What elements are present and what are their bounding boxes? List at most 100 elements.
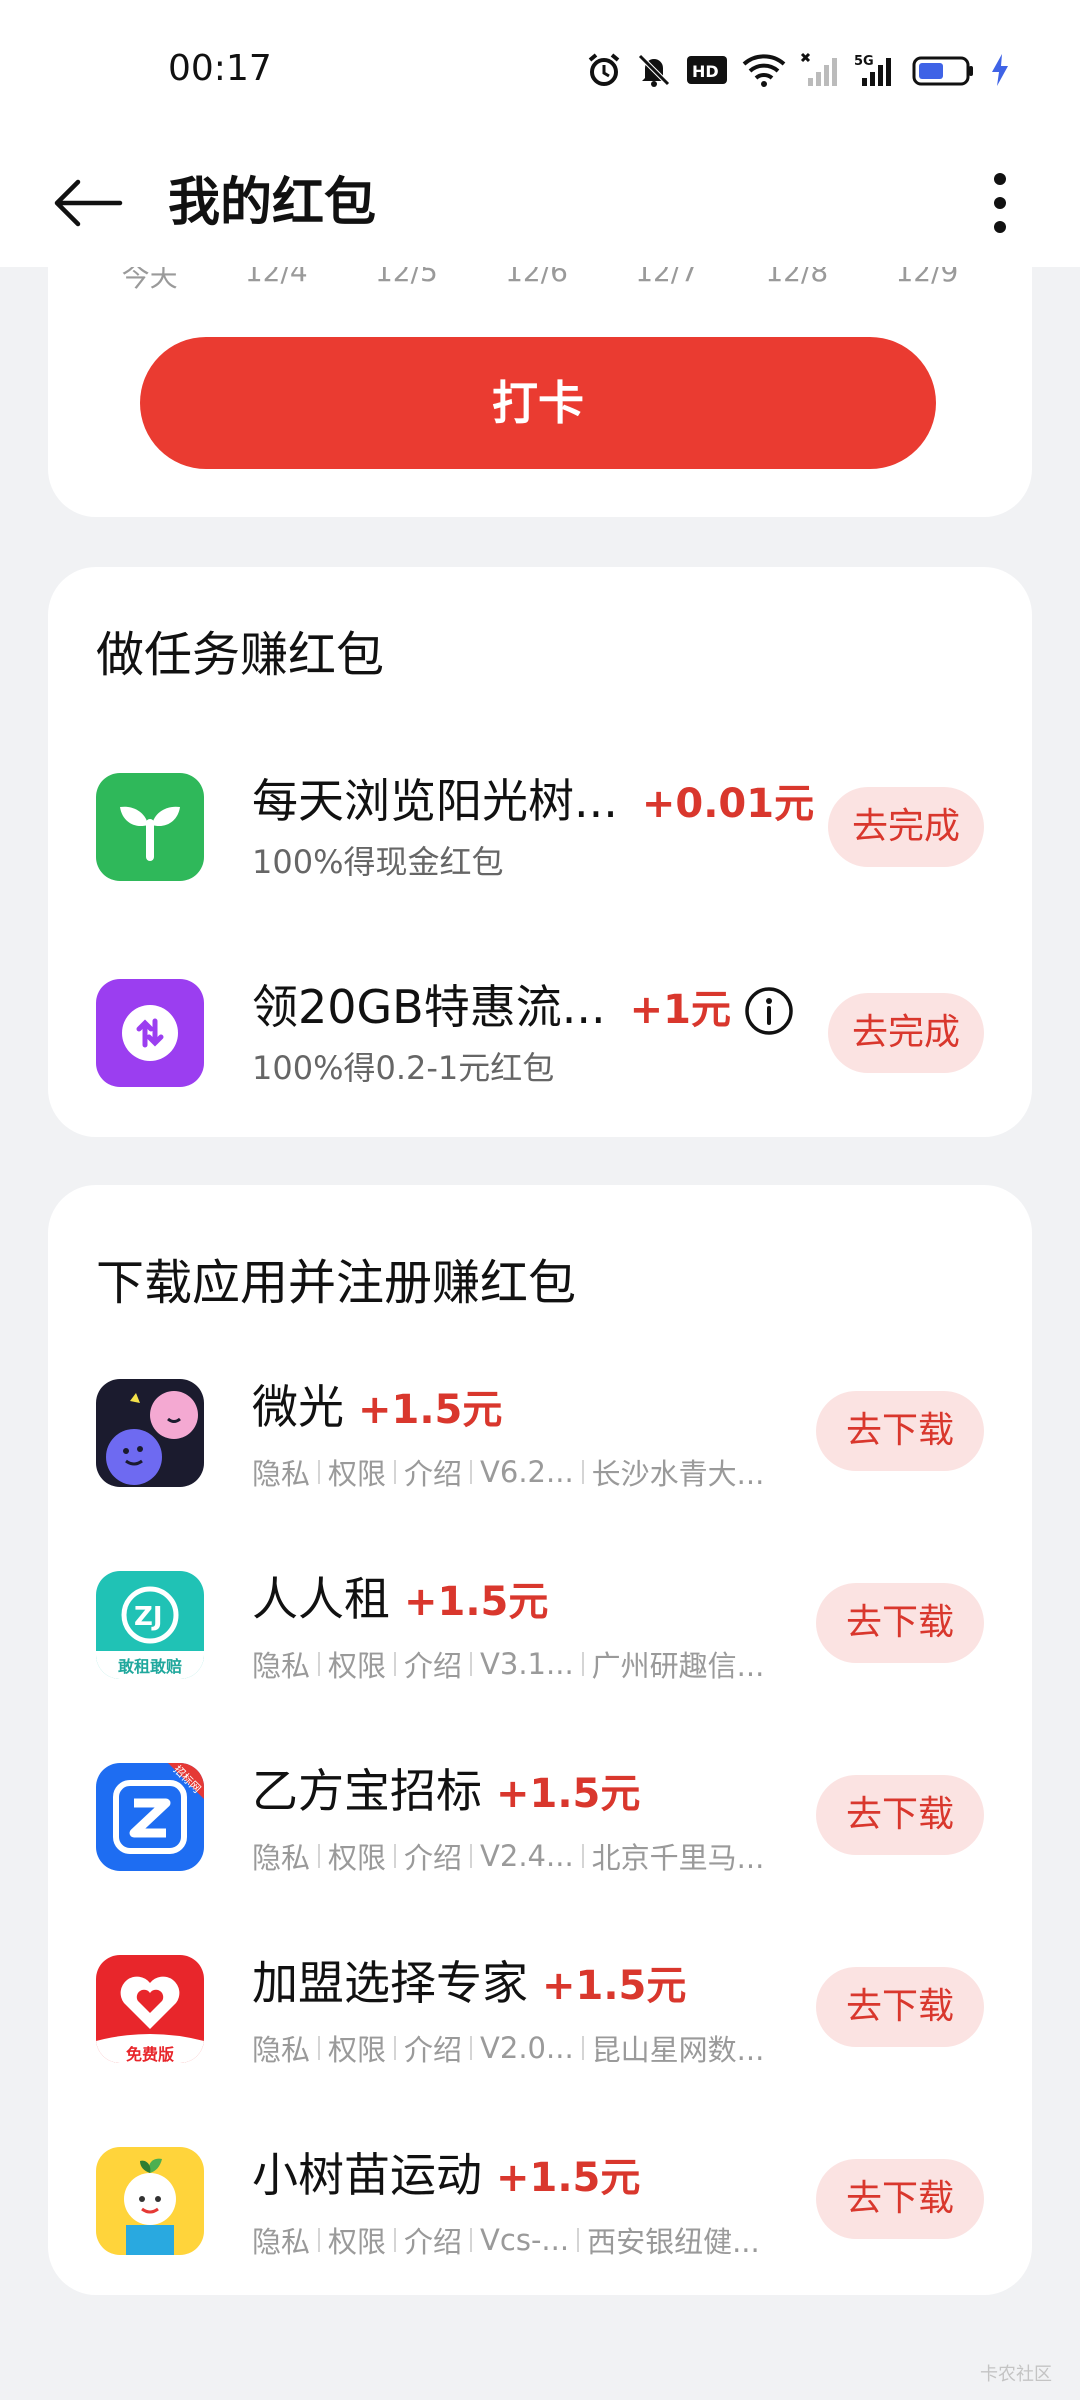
signal-weak-icon (800, 52, 837, 86)
task-reward: +0.01元 (641, 781, 815, 827)
downloads-card-title: 下载应用并注册赚红包 (96, 1255, 577, 1311)
app-version: V2.4... (480, 1839, 574, 1873)
task-row: 领20GB特惠流... +1元 100%得0.2-1元红包 去完成 (48, 963, 1032, 1103)
download-app-name: 加盟选择专家 (252, 1956, 528, 2010)
more-vertical-icon (994, 173, 1006, 233)
app-version: V2.0... (480, 2031, 574, 2065)
download-row: ZJ 敢租敢赔 人人租 +1.5元 隐私 权限 介绍 V3.1... 广州研趣信.… (48, 1555, 1032, 1705)
renrenzu-icon-text: 敢租敢赔 (117, 1657, 182, 1676)
download-app-name: 微光 (252, 1380, 344, 1434)
privacy-link[interactable]: 隐私 (252, 2219, 310, 2261)
checkin-date: 今天 (121, 267, 178, 293)
app-developer: 北京千里马... (591, 1841, 765, 1875)
privacy-link[interactable]: 隐私 (252, 2027, 310, 2069)
back-arrow-icon (54, 179, 123, 227)
checkin-date: 12/9 (895, 267, 959, 288)
app-developer: 长沙水青大... (591, 1457, 765, 1491)
data-transfer-icon (96, 979, 204, 1087)
checkin-date: 12/5 (374, 267, 438, 288)
jiameng-app-icon: 免费版 (96, 1955, 204, 2063)
permission-link[interactable]: 权限 (328, 2219, 386, 2261)
more-options-button[interactable] (960, 163, 1040, 243)
battery-icon (912, 56, 973, 86)
download-reward: +1.5元 (496, 1771, 641, 1817)
checkin-button[interactable]: 打卡 (140, 337, 936, 469)
app-developer: 西安银纽健... (587, 2225, 760, 2259)
page-title: 我的红包 (168, 173, 377, 233)
task-reward: +1元 (629, 987, 731, 1033)
download-meta: 隐私 权限 介绍 V2.4... 北京千里马... (252, 1835, 764, 1877)
signal-5g-icon: 5G (854, 54, 891, 86)
wifi-icon (742, 54, 786, 87)
download-app-title: 微光 +1.5元 (252, 1371, 502, 1437)
info-icon[interactable] (743, 985, 795, 1037)
status-bar: 00:17 HD 5G (0, 0, 1080, 135)
charging-icon (992, 54, 1008, 86)
tasks-card: 做任务赚红包 每天浏览阳光树... +0.01元 100%得现金红包 去完成 领… (48, 567, 1032, 1137)
download-button[interactable]: 去下载 (816, 1583, 984, 1663)
permission-link[interactable]: 权限 (328, 1451, 386, 1493)
mute-bell-icon (638, 54, 670, 87)
download-row: 免费版 加盟选择专家 +1.5元 隐私 权限 介绍 V2.0... 昆山星网数..… (48, 1939, 1032, 2089)
task-complete-button[interactable]: 去完成 (828, 993, 984, 1073)
checkin-date: 12/7 (635, 267, 699, 288)
checkin-card: 今天 12/4 12/5 12/6 12/7 12/8 12/9 打卡 (48, 267, 1032, 517)
download-button[interactable]: 去下载 (816, 1775, 984, 1855)
download-reward: +1.5元 (496, 2155, 641, 2201)
download-app-title: 小树苗运动 +1.5元 (252, 2139, 640, 2205)
task-subtitle: 100%得0.2-1元红包 (252, 1049, 555, 1087)
sprout-icon (96, 773, 204, 881)
download-app-title: 乙方宝招标 +1.5元 (252, 1755, 640, 1821)
privacy-link[interactable]: 隐私 (252, 1451, 310, 1493)
jiameng-icon-text: 免费版 (125, 2045, 174, 2063)
intro-link[interactable]: 介绍 (404, 1643, 462, 1685)
downloads-card: 下载应用并注册赚红包 微光 +1.5元 隐私 权限 介绍 V6.2... 长沙水… (48, 1185, 1032, 2295)
app-developer: 广州研趣信... (591, 1649, 765, 1683)
download-meta: 隐私 权限 介绍 V6.2... 长沙水青大... (252, 1451, 764, 1493)
watermark: 卡农社区 (980, 2364, 1052, 2385)
app-version: Vcs-... (480, 2223, 570, 2257)
download-reward: +1.5元 (404, 1579, 549, 1625)
intro-link[interactable]: 介绍 (404, 2027, 462, 2069)
download-button[interactable]: 去下载 (816, 2159, 984, 2239)
task-name: 每天浏览阳光树... (252, 774, 618, 828)
download-meta: 隐私 权限 介绍 Vcs-... 西安银纽健... (252, 2219, 760, 2261)
privacy-link[interactable]: 隐私 (252, 1643, 310, 1685)
scroll-area[interactable]: 今天 12/4 12/5 12/6 12/7 12/8 12/9 打卡 做任务赚… (0, 267, 1080, 2400)
download-app-name: 人人租 (252, 1572, 390, 1626)
task-complete-button[interactable]: 去完成 (828, 787, 984, 867)
privacy-link[interactable]: 隐私 (252, 1835, 310, 1877)
hd-icon: HD (687, 56, 727, 84)
task-title: 领20GB特惠流... +1元 (252, 971, 795, 1037)
download-button[interactable]: 去下载 (816, 1391, 984, 1471)
permission-link[interactable]: 权限 (328, 1835, 386, 1877)
back-button[interactable] (48, 163, 128, 243)
download-row: 招标网 乙方宝招标 +1.5元 隐私 权限 介绍 V2.4... 北京千里马...… (48, 1747, 1032, 1897)
download-reward: +1.5元 (542, 1963, 687, 2009)
checkin-date: 12/8 (765, 267, 829, 288)
download-app-title: 人人租 +1.5元 (252, 1563, 548, 1629)
download-button[interactable]: 去下载 (816, 1967, 984, 2047)
app-version: V3.1... (480, 1647, 574, 1681)
svg-text:ZJ: ZJ (134, 1602, 163, 1632)
permission-link[interactable]: 权限 (328, 1643, 386, 1685)
intro-link[interactable]: 介绍 (404, 1835, 462, 1877)
permission-link[interactable]: 权限 (328, 2027, 386, 2069)
xiaoshumiao-app-icon (96, 2147, 204, 2255)
intro-link[interactable]: 介绍 (404, 2219, 462, 2261)
checkin-date: 12/6 (505, 267, 568, 288)
weiguang-app-icon (96, 1379, 204, 1487)
app-developer: 昆山星网数... (591, 2033, 765, 2067)
download-meta: 隐私 权限 介绍 V3.1... 广州研趣信... (252, 1643, 764, 1685)
intro-link[interactable]: 介绍 (404, 1451, 462, 1493)
download-app-name: 小树苗运动 (252, 2148, 482, 2202)
checkin-date-row: 今天 12/4 12/5 12/6 12/7 12/8 12/9 (48, 267, 1032, 295)
download-meta: 隐私 权限 介绍 V2.0... 昆山星网数... (252, 2027, 764, 2069)
svg-text:HD: HD (692, 62, 719, 81)
download-app-title: 加盟选择专家 +1.5元 (252, 1947, 686, 2013)
task-title: 每天浏览阳光树... +0.01元 (252, 765, 814, 831)
download-row: 小树苗运动 +1.5元 隐私 权限 介绍 Vcs-... 西安银纽健... 去下载 (48, 2131, 1032, 2281)
tasks-card-title: 做任务赚红包 (96, 627, 385, 683)
task-subtitle: 100%得现金红包 (252, 843, 504, 881)
task-row: 每天浏览阳光树... +0.01元 100%得现金红包 去完成 (48, 757, 1032, 897)
